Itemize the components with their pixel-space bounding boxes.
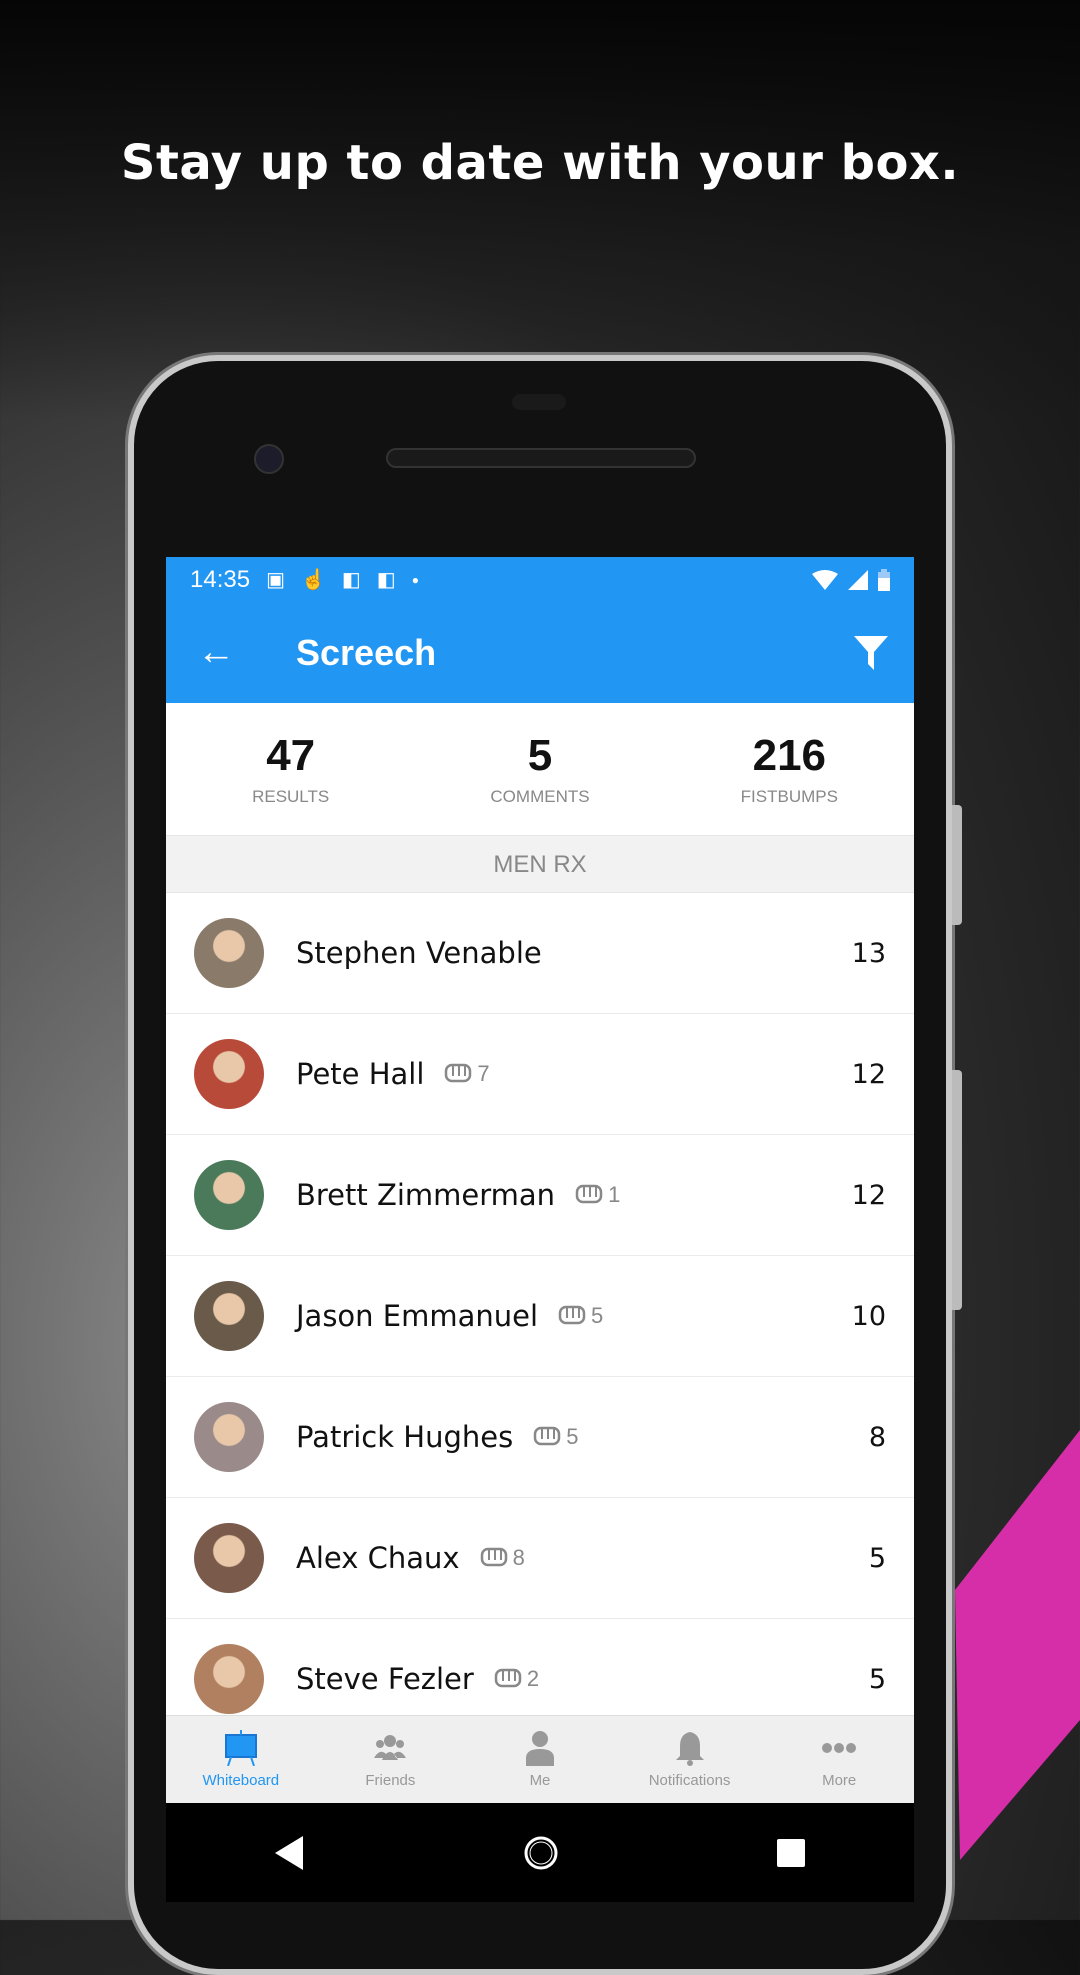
stat-label: RESULTS (252, 787, 330, 806)
athlete-score: 5 (868, 1542, 886, 1574)
athlete-score: 8 (868, 1421, 886, 1453)
page-title: Screech (296, 631, 437, 673)
fistbump-count[interactable]: 8 (480, 1545, 525, 1571)
filter-icon[interactable] (854, 635, 888, 670)
athlete-row[interactable]: Jason Emmanuel 5 10 (166, 1256, 914, 1377)
status-bar: 14:35 ▣ ☝ ◧ ◧ ● (166, 557, 914, 602)
nav-label: Whiteboard (202, 1772, 280, 1789)
avatar (194, 1523, 264, 1593)
fistbump-value: 7 (477, 1061, 490, 1086)
more-icon (822, 1743, 857, 1753)
athlete-row[interactable]: Brett Zimmerman 1 12 (166, 1135, 914, 1256)
stats-summary: 47 RESULTS 5 COMMENTS 216 FISTBUMPS (166, 703, 914, 835)
fistbump-icon (494, 1668, 522, 1688)
athlete-score: 13 (851, 937, 886, 969)
nav-label: Friends (365, 1772, 416, 1789)
back-triangle-icon[interactable] (275, 1835, 305, 1870)
fistbump-count[interactable]: 2 (494, 1666, 539, 1692)
phone-speaker (386, 448, 696, 468)
battery-icon (878, 568, 890, 591)
stat-results[interactable]: 47 RESULTS (166, 731, 415, 807)
fistbump-value: 5 (566, 1424, 579, 1449)
athlete-name: Stephen Venable (296, 936, 542, 970)
athlete-score: 10 (851, 1300, 886, 1332)
athlete-score: 5 (868, 1663, 886, 1695)
leaderboard-list: Stephen Venable 13 Pete Hall 7 12 Brett Zim… (166, 893, 914, 1740)
status-time: 14:35 (190, 565, 251, 593)
fistbump-icon (575, 1184, 603, 1204)
arrow-left-icon[interactable]: ← (166, 631, 266, 674)
nav-more[interactable]: More (764, 1716, 914, 1803)
more-notifications-icon: ● (411, 572, 419, 587)
nav-me[interactable]: Me (465, 1716, 615, 1803)
bell-icon (675, 1732, 704, 1766)
nav-label: More (822, 1772, 857, 1789)
fistbump-count[interactable]: 1 (575, 1182, 620, 1208)
avatar (194, 1160, 264, 1230)
system-nav-bar (166, 1803, 914, 1902)
app-bar: ← Screech (166, 602, 914, 703)
nav-whiteboard[interactable]: Whiteboard (166, 1716, 316, 1803)
whiteboard-icon (224, 1730, 257, 1766)
avatar (194, 1039, 264, 1109)
avatar (194, 918, 264, 988)
nav-label: Me (529, 1772, 551, 1789)
fistbump-value: 8 (512, 1545, 525, 1570)
wifi-icon (812, 569, 838, 590)
athlete-name: Patrick Hughes (296, 1420, 514, 1454)
phone-sensor (512, 394, 566, 410)
athlete-row[interactable]: Patrick Hughes 5 8 (166, 1377, 914, 1498)
avatar (194, 1402, 264, 1472)
phone-power-button (952, 805, 962, 925)
touch-notification-icon: ☝ (300, 569, 326, 591)
front-camera (254, 444, 284, 474)
athlete-name: Jason Emmanuel (296, 1299, 539, 1333)
stat-value: 216 (752, 731, 827, 780)
avatar (194, 1281, 264, 1351)
section-header: MEN RX (166, 835, 914, 893)
athlete-name: Alex Chaux (296, 1541, 460, 1575)
trello-notification-icon: ◧ (341, 569, 361, 591)
stat-label: COMMENTS (490, 787, 590, 806)
athlete-name: Steve Fezler (296, 1662, 474, 1696)
stat-value: 5 (527, 731, 553, 780)
stat-value: 47 (266, 731, 316, 780)
person-icon (525, 1731, 554, 1766)
athlete-row[interactable]: Pete Hall 7 12 (166, 1014, 914, 1135)
nav-notifications[interactable]: Notifications (615, 1716, 765, 1803)
athlete-row[interactable]: Stephen Venable 13 (166, 893, 914, 1014)
home-circle-icon[interactable] (523, 1835, 559, 1871)
athlete-name: Pete Hall (296, 1057, 425, 1091)
trello-notification-icon: ◧ (376, 569, 396, 591)
fistbump-value: 2 (526, 1666, 540, 1691)
athlete-score: 12 (851, 1179, 886, 1211)
athlete-row[interactable]: Alex Chaux 8 5 (166, 1498, 914, 1619)
stat-label: FISTBUMPS (740, 787, 838, 806)
phone-volume-button (952, 1070, 962, 1310)
fistbump-icon (445, 1063, 472, 1083)
fistbump-count[interactable]: 7 (444, 1061, 490, 1087)
fistbump-value: 5 (591, 1303, 604, 1328)
fistbump-icon (480, 1547, 507, 1567)
recents-square-icon[interactable] (777, 1838, 805, 1867)
bottom-nav: Whiteboard Friends Me Notifications More (166, 1715, 914, 1803)
nav-friends[interactable]: Friends (316, 1716, 466, 1803)
fistbump-value: 1 (608, 1182, 621, 1207)
fistbump-icon (558, 1305, 586, 1325)
image-notification-icon: ▣ (266, 569, 285, 591)
stat-comments[interactable]: 5 COMMENTS (415, 731, 664, 807)
avatar (194, 1644, 264, 1714)
stat-fistbumps[interactable]: 216 FISTBUMPS (665, 731, 914, 807)
athlete-name: Brett Zimmerman (296, 1178, 556, 1212)
fistbump-icon (533, 1426, 561, 1446)
fistbump-count[interactable]: 5 (558, 1303, 603, 1329)
app-screen: 14:35 ▣ ☝ ◧ ◧ ● ← Screech 47 RESULTS 5 COM… (166, 557, 914, 1902)
nav-label: Notifications (648, 1772, 731, 1789)
athlete-score: 12 (851, 1058, 886, 1090)
signal-icon (848, 569, 868, 590)
friends-icon (374, 1735, 407, 1760)
promo-title: Stay up to date with your box. (120, 135, 960, 191)
fistbump-count[interactable]: 5 (533, 1424, 578, 1450)
